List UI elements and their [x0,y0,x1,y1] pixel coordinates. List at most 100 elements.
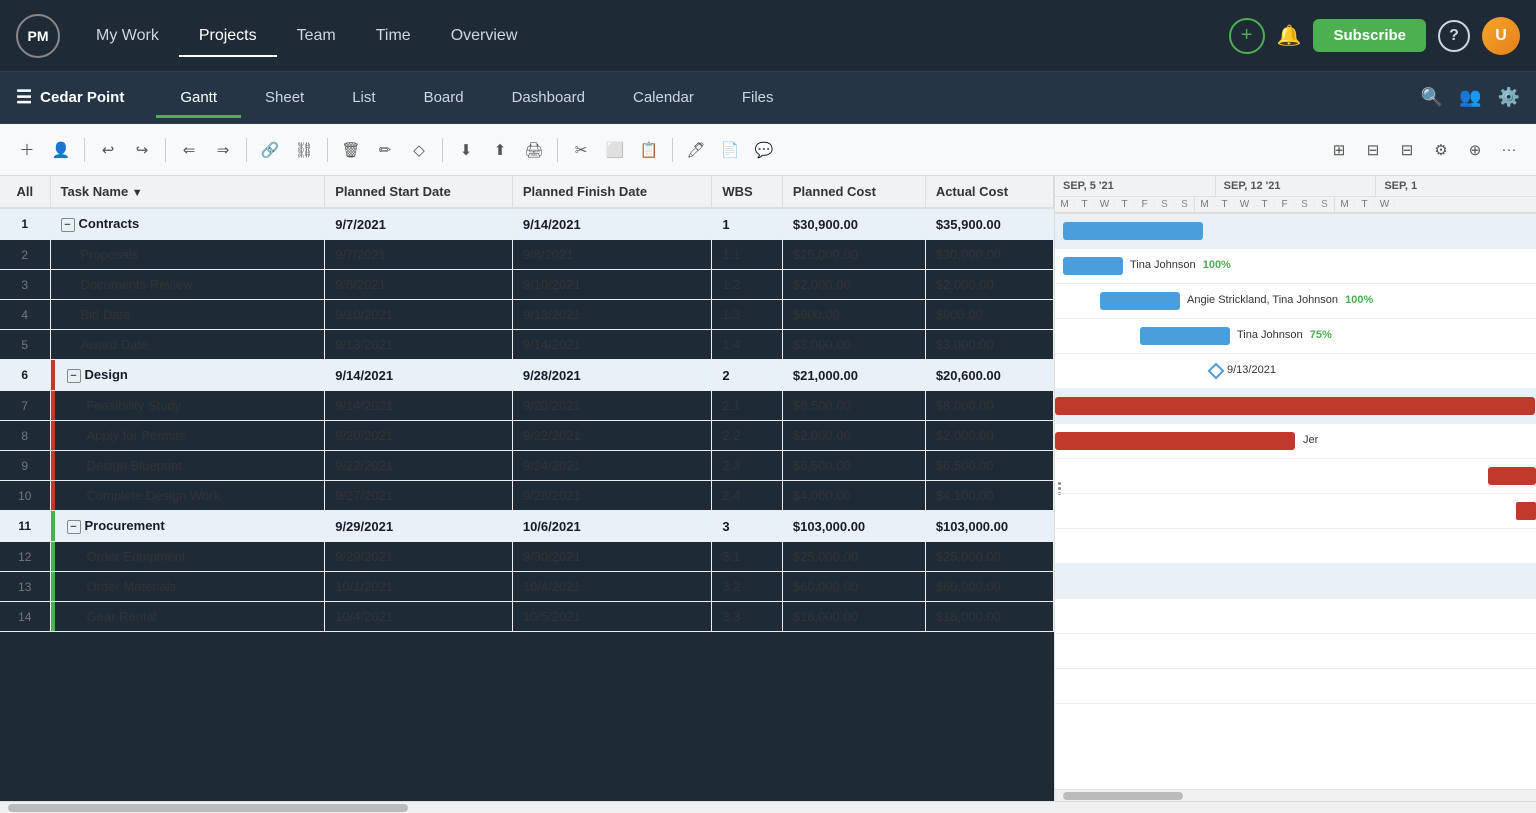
grid-view-button[interactable]: ⊞ [1324,135,1354,165]
gantt-bar-feasibility[interactable] [1055,432,1295,450]
task-name-cell[interactable]: Order Materials [50,572,325,602]
outdent-button[interactable]: ⇐ [174,135,204,165]
table-scrollbar[interactable] [0,801,1536,813]
col-task-name[interactable]: Task Name ▼ [50,176,325,208]
task-name-cell[interactable]: Documents Review [50,270,325,300]
add-task-button[interactable]: ＋ [12,135,42,165]
table-row[interactable]: 3 Documents Review 9/8/2021 9/10/2021 1.… [0,270,1054,300]
copy-button[interactable]: ⬜ [600,135,630,165]
paste-button[interactable]: 📋 [634,135,664,165]
tab-dashboard[interactable]: Dashboard [488,81,609,114]
gantt-row-10 [1055,529,1536,564]
shape-button[interactable]: ◇ [404,135,434,165]
gantt-bar-design[interactable] [1055,397,1535,415]
task-name-cell[interactable]: Order Equipment [50,542,325,572]
upload-button[interactable]: ⬆ [485,135,515,165]
gantt-row-11 [1055,564,1536,599]
table-row[interactable]: 10 Complete Design Work 9/27/2021 9/28/2… [0,481,1054,511]
task-name-cell[interactable]: Complete Design Work [50,481,325,511]
comment-button[interactable]: 💬 [749,135,779,165]
task-name-cell[interactable]: Bid Date [50,300,325,330]
task-name-cell[interactable]: Design Blueprint [50,451,325,481]
pen-button[interactable]: 🖊 [681,135,711,165]
nav-overview[interactable]: Overview [431,19,538,53]
table-row[interactable]: 8 Apply for Permits 9/20/2021 9/22/2021 … [0,421,1054,451]
table-row[interactable]: 9 Design Blueprint 9/22/2021 9/24/2021 2… [0,451,1054,481]
wbs-cell: 1.2 [712,270,783,300]
table-row[interactable]: 4 Bid Date 9/10/2021 9/13/2021 1.3 $900.… [0,300,1054,330]
task-name-cell[interactable]: Award Date [50,330,325,360]
more-button[interactable]: ··· [1494,135,1524,165]
table-row[interactable]: 1 −Contracts 9/7/2021 9/14/2021 1 $30,90… [0,208,1054,240]
tab-gantt[interactable]: Gantt [156,81,241,114]
nav-time[interactable]: Time [356,19,431,53]
gantt-bar-permits[interactable] [1488,467,1536,485]
toolbar-right: ⊞ ⊟ ⊟ ⚙ ⊕ ··· [1324,135,1524,165]
nav-my-work[interactable]: My Work [76,19,179,53]
planned-start-cell: 9/8/2021 [325,270,513,300]
table-view-button[interactable]: ⊟ [1358,135,1388,165]
undo-button[interactable]: ↩ [93,135,123,165]
table-row[interactable]: 13 Order Materials 10/1/2021 10/4/2021 3… [0,572,1054,602]
table-row[interactable]: 12 Order Equipment 9/29/2021 9/30/2021 3… [0,542,1054,572]
notifications-button[interactable]: 🔔 [1277,23,1302,48]
delete-button[interactable]: 🗑 [336,135,366,165]
table-row[interactable]: 5 Award Date 9/13/2021 9/14/2021 1.4 $3,… [0,330,1054,360]
task-name-cell[interactable]: Apply for Permits [50,421,325,451]
avatar[interactable]: U [1482,17,1520,55]
print-button[interactable]: 🖨 [519,135,549,165]
actual-cost-cell: $25,000.00 [925,542,1053,572]
tab-calendar[interactable]: Calendar [609,81,718,114]
nav-team[interactable]: Team [277,19,356,53]
task-name-cell[interactable]: Feasibility Study [50,391,325,421]
task-table: All Task Name ▼ Planned Start Date Plann… [0,176,1055,801]
gantt-bar-documents[interactable] [1100,292,1180,310]
table-row[interactable]: 7 Feasibility Study 9/14/2021 9/20/2021 … [0,391,1054,421]
subscribe-button[interactable]: Subscribe [1313,19,1426,52]
gantt-bar-biddate[interactable] [1140,327,1230,345]
redo-button[interactable]: ↪ [127,135,157,165]
planned-start-cell: 9/14/2021 [325,391,513,421]
menu-icon[interactable]: ☰ [16,87,32,108]
wbs-cell: 1.1 [712,240,783,270]
planned-finish-cell: 10/5/2021 [512,602,712,632]
add-button[interactable]: + [1229,18,1265,54]
gantt-bar-proposals[interactable] [1063,257,1123,275]
task-name-cell[interactable]: −Design [50,360,325,391]
assign-button[interactable]: 👤 [46,135,76,165]
filter-button[interactable]: ⊟ [1392,135,1422,165]
users-icon[interactable]: 👥 [1459,87,1481,108]
nav-projects[interactable]: Projects [179,19,277,53]
tab-sheet[interactable]: Sheet [241,81,328,114]
indent-button[interactable]: ⇒ [208,135,238,165]
task-name-cell[interactable]: Gear Rental [50,602,325,632]
tab-files[interactable]: Files [718,81,798,114]
table-scroll-thumb[interactable] [8,804,408,812]
task-name-cell[interactable]: −Contracts [50,208,325,240]
task-name-cell[interactable]: Proposals [50,240,325,270]
gantt-bar-contracts[interactable] [1063,222,1203,240]
export-button[interactable]: ⬇ [451,135,481,165]
row-number: 13 [0,572,50,602]
unlink-button[interactable]: ⛓ [289,135,319,165]
table-row[interactable]: 6 −Design 9/14/2021 9/28/2021 2 $21,000.… [0,360,1054,391]
draw-button[interactable]: ✏ [370,135,400,165]
table-row[interactable]: 11 −Procurement 9/29/2021 10/6/2021 3 $1… [0,511,1054,542]
table-row[interactable]: 14 Gear Rental 10/4/2021 10/5/2021 3.3 $… [0,602,1054,632]
link-button[interactable]: 🔗 [255,135,285,165]
gantt-scroll-thumb[interactable] [1063,792,1183,800]
gantt-label-documents: Angie Strickland, Tina Johnson 100% [1187,294,1373,306]
task-name-cell[interactable]: −Procurement [50,511,325,542]
gantt-bar-blueprint[interactable] [1516,502,1536,520]
gantt-scrollbar[interactable] [1055,789,1536,801]
settings-icon[interactable]: ⚙️ [1498,87,1520,108]
gantt-settings-button[interactable]: ⚙ [1426,135,1456,165]
help-button[interactable]: ? [1438,20,1470,52]
tab-list[interactable]: List [328,81,399,114]
table-row[interactable]: 2 Proposals 9/7/2021 9/8/2021 1.1 $25,00… [0,240,1054,270]
note-button[interactable]: 📄 [715,135,745,165]
search-icon[interactable]: 🔍 [1421,87,1443,108]
cut-button[interactable]: ✂ [566,135,596,165]
zoom-button[interactable]: ⊕ [1460,135,1490,165]
tab-board[interactable]: Board [400,81,488,114]
